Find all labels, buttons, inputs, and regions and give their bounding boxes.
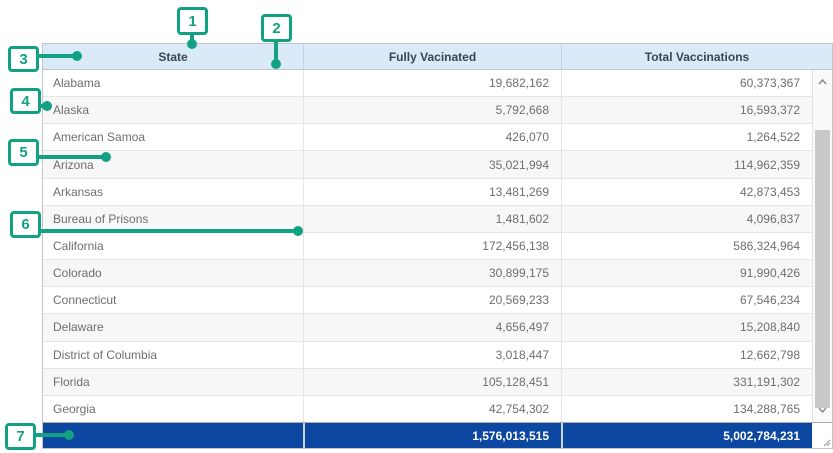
screenshot-canvas: State Fully Vacinated Total Vaccinations…	[0, 0, 833, 453]
table-row[interactable]: California172,456,138586,324,964	[43, 233, 812, 260]
cell-total: 12,662,798	[561, 342, 812, 368]
cell-total: 1,264,522	[561, 124, 812, 150]
cell-total: 4,096,837	[561, 206, 812, 232]
cell-fully: 13,481,269	[303, 179, 561, 205]
scrollbar-corner	[812, 423, 832, 448]
scrollbar-thumb[interactable]	[815, 130, 830, 408]
cell-total: 15,208,840	[561, 314, 812, 340]
list-table-widget: State Fully Vacinated Total Vaccinations…	[42, 43, 833, 449]
cell-fully: 1,481,602	[303, 206, 561, 232]
column-header-fully-vaccinated[interactable]: Fully Vacinated	[303, 44, 561, 69]
cell-total: 60,373,367	[561, 70, 812, 96]
scroll-up-icon[interactable]	[813, 74, 832, 90]
cell-total: 134,288,765	[561, 396, 812, 422]
cell-state: Bureau of Prisons	[43, 206, 303, 232]
cell-fully: 30,899,175	[303, 260, 561, 286]
totals-row: 1,576,013,515 5,002,784,231	[43, 422, 832, 448]
callout-badge-5: 5	[8, 139, 39, 166]
cell-state: Delaware	[43, 314, 303, 340]
cell-state: California	[43, 233, 303, 259]
table-header-row: State Fully Vacinated Total Vaccinations	[43, 44, 832, 70]
cell-state: American Samoa	[43, 124, 303, 150]
table-row[interactable]: Alaska5,792,66816,593,372	[43, 97, 812, 124]
cell-total: 91,990,426	[561, 260, 812, 286]
cell-state: Alaska	[43, 97, 303, 123]
callout-badge-7: 7	[5, 423, 36, 450]
cell-state: Arizona	[43, 151, 303, 177]
callout-badge-3: 3	[8, 46, 39, 72]
cell-fully: 5,792,668	[303, 97, 561, 123]
resize-grip-icon	[821, 437, 831, 447]
cell-state: Connecticut	[43, 287, 303, 313]
callout-badge-2: 2	[261, 14, 292, 42]
cell-state: Colorado	[43, 260, 303, 286]
cell-total: 16,593,372	[561, 97, 812, 123]
totals-row-cells: 1,576,013,515 5,002,784,231	[43, 423, 812, 448]
table-body: Alabama19,682,16260,373,367Alaska5,792,6…	[43, 70, 832, 422]
totals-total-vaccinations-value: 5,002,784,231	[561, 423, 812, 448]
table-row[interactable]: American Samoa426,0701,264,522	[43, 124, 812, 151]
cell-state: Arkansas	[43, 179, 303, 205]
cell-fully: 42,754,302	[303, 396, 561, 422]
cell-fully: 19,682,162	[303, 70, 561, 96]
cell-fully: 4,656,497	[303, 314, 561, 340]
column-header-total-vaccinations[interactable]: Total Vaccinations	[561, 44, 832, 69]
column-header-state[interactable]: State	[43, 44, 303, 69]
table-row[interactable]: Colorado30,899,17591,990,426	[43, 260, 812, 287]
callout-badge-1: 1	[177, 7, 208, 35]
callout-badge-4: 4	[10, 88, 41, 114]
cell-total: 67,546,234	[561, 287, 812, 313]
cell-fully: 35,021,994	[303, 151, 561, 177]
table-rows: Alabama19,682,16260,373,367Alaska5,792,6…	[43, 70, 812, 422]
cell-fully: 172,456,138	[303, 233, 561, 259]
callout-badge-6: 6	[10, 211, 41, 238]
cell-total: 331,191,302	[561, 369, 812, 395]
cell-total: 42,873,453	[561, 179, 812, 205]
cell-total: 114,962,359	[561, 151, 812, 177]
cell-state: Alabama	[43, 70, 303, 96]
cell-fully: 426,070	[303, 124, 561, 150]
cell-fully: 20,569,233	[303, 287, 561, 313]
table-row[interactable]: Alabama19,682,16260,373,367	[43, 70, 812, 97]
table-row[interactable]: Delaware4,656,49715,208,840	[43, 314, 812, 341]
cell-state: Georgia	[43, 396, 303, 422]
cell-state: District of Columbia	[43, 342, 303, 368]
table-row[interactable]: Georgia42,754,302134,288,765	[43, 396, 812, 422]
cell-state: Florida	[43, 369, 303, 395]
table-row[interactable]: District of Columbia3,018,44712,662,798	[43, 342, 812, 369]
table-row[interactable]: Florida105,128,451331,191,302	[43, 369, 812, 396]
table-row[interactable]: Arkansas13,481,26942,873,453	[43, 179, 812, 206]
vertical-scrollbar[interactable]	[812, 70, 832, 422]
cell-fully: 105,128,451	[303, 369, 561, 395]
table-row[interactable]: Connecticut20,569,23367,546,234	[43, 287, 812, 314]
table-row[interactable]: Bureau of Prisons1,481,6024,096,837	[43, 206, 812, 233]
cell-fully: 3,018,447	[303, 342, 561, 368]
table-row[interactable]: Arizona35,021,994114,962,359	[43, 151, 812, 178]
totals-state-cell	[43, 423, 303, 448]
scroll-down-icon[interactable]	[813, 402, 832, 418]
cell-total: 586,324,964	[561, 233, 812, 259]
totals-fully-vaccinated-value: 1,576,013,515	[303, 423, 561, 448]
